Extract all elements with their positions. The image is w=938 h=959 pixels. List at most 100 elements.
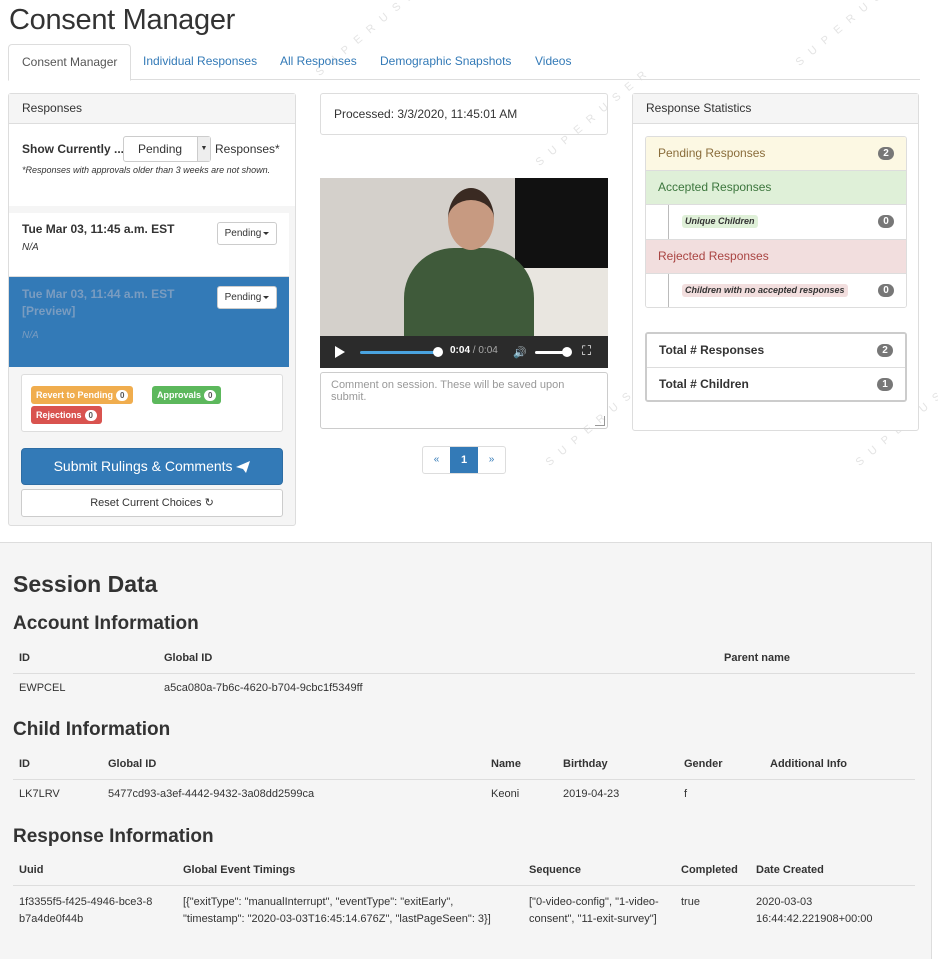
video-frame-person-head <box>448 188 494 250</box>
submit-label: Submit Rulings & Comments <box>53 458 233 474</box>
total-responses-label: Total # Responses <box>659 343 765 357</box>
table-cell: true <box>681 895 700 908</box>
unique-children-row: Unique Children 0 <box>646 205 906 240</box>
unique-children-badge: 0 <box>878 215 894 228</box>
column-header: Completed <box>675 856 750 886</box>
table-cell <box>718 673 915 703</box>
unique-children-label: Unique Children <box>682 215 758 229</box>
play-icon[interactable] <box>335 346 345 358</box>
video-total-time: / 0:04 <box>470 345 498 356</box>
page-next-button[interactable]: » <box>478 447 505 473</box>
column-header: Sequence <box>523 856 675 886</box>
rejected-responses-row: Rejected Responses <box>646 240 906 274</box>
tab-individual-responses[interactable]: Individual Responses <box>130 44 270 80</box>
account-table: ID Global ID Parent name EWPCEL a5ca080a… <box>13 644 915 703</box>
video-frame-person-body <box>404 248 534 348</box>
response-date: Tue Mar 03, 11:44 a.m. EST [Preview] <box>22 287 175 318</box>
tab-bar: Consent Manager Individual Responses All… <box>8 44 920 81</box>
video-progress-handle[interactable] <box>433 347 443 357</box>
filter-row: Show Currently ... Pending ▼ Responses* … <box>9 124 295 206</box>
table-row: 1f3355f5-f425-4946-bce3-8b7a4de0f44b [{"… <box>13 885 915 928</box>
column-header: Global ID <box>158 644 718 674</box>
session-data-title: Session Data <box>13 571 158 597</box>
table-cell: 2020-03-03 16:44:42.221908+00:00 <box>756 895 873 925</box>
caret-down-icon <box>263 231 270 235</box>
response-list-item[interactable]: Tue Mar 03, 11:45 a.m. EST N/A Pending <box>9 213 289 277</box>
response-list-item-selected[interactable]: Tue Mar 03, 11:44 a.m. EST [Preview] N/A… <box>9 277 289 367</box>
approvals-label-text: Approvals <box>157 390 202 400</box>
approvals-label: Approvals 0 <box>152 386 222 404</box>
tab-consent-manager[interactable]: Consent Manager <box>8 44 132 81</box>
pending-responses-row: Pending Responses 2 <box>646 137 906 171</box>
tab-videos[interactable]: Videos <box>522 44 584 80</box>
rejections-label: Rejections 0 <box>31 406 102 424</box>
page-prev-button[interactable]: « <box>423 447 450 473</box>
paper-plane-icon <box>236 458 251 474</box>
video-frame-dark-area <box>515 178 608 273</box>
page-title: Consent Manager <box>9 4 236 36</box>
revert-label-text: Revert to Pending <box>36 390 114 400</box>
revert-count: 0 <box>116 390 129 402</box>
column-header: Gender <box>678 750 764 780</box>
page-current-button[interactable]: 1 <box>450 447 478 473</box>
total-children-badge: 1 <box>877 378 893 391</box>
pending-count-badge: 2 <box>878 147 894 160</box>
table-cell: EWPCEL <box>19 682 66 695</box>
column-header: ID <box>13 750 102 780</box>
table-cell <box>764 779 915 809</box>
comment-placeholder: Comment on session. These will be saved … <box>331 379 565 403</box>
show-label: Show Currently ... <box>22 142 125 156</box>
volume-icon[interactable]: 🔊 <box>513 346 527 359</box>
tab-demographic-snapshots[interactable]: Demographic Snapshots <box>367 44 524 80</box>
pending-label: Pending Responses <box>658 146 766 160</box>
pagination: « 1 » <box>422 446 506 474</box>
rejections-label-text: Rejections <box>36 410 82 420</box>
approvals-count: 0 <box>204 390 217 402</box>
table-cell: ["0-video-config", "1-video-consent", "1… <box>529 895 659 925</box>
accepted-label: Accepted Responses <box>658 180 772 194</box>
refresh-icon: ↻ <box>204 497 214 509</box>
status-filter-value: Pending <box>138 142 183 156</box>
column-header: Birthday <box>557 750 678 780</box>
table-header-row: ID Global ID Parent name <box>13 644 915 674</box>
total-responses-badge: 2 <box>877 344 893 357</box>
processed-timestamp: Processed: 3/3/2020, 11:45:01 AM <box>320 93 608 135</box>
status-filter-select[interactable]: Pending ▼ <box>123 136 211 162</box>
column-header: Uuid <box>13 856 177 886</box>
submit-rulings-button[interactable]: Submit Rulings & Comments <box>21 448 283 485</box>
video-player[interactable]: 0:04 / 0:04 🔊 ⛶ <box>320 178 608 368</box>
tab-all-responses[interactable]: All Responses <box>267 44 370 80</box>
reset-choices-button[interactable]: Reset Current Choices ↻ <box>21 489 283 517</box>
session-comment-textarea[interactable]: Comment on session. These will be saved … <box>320 372 608 429</box>
response-statistics-panel: Response Statistics Pending Responses 2 … <box>632 93 919 431</box>
table-cell: LK7LRV <box>19 788 60 801</box>
volume-handle[interactable] <box>562 347 572 357</box>
no-accepted-row: Children with no accepted responses 0 <box>646 274 906 307</box>
resize-handle-icon[interactable] <box>595 416 605 426</box>
status-dropdown-button[interactable]: Pending <box>217 286 277 309</box>
column-header: Parent name <box>718 644 915 674</box>
total-children-label: Total # Children <box>659 377 749 391</box>
table-cell: 1f3355f5-f425-4946-bce3-8b7a4de0f44b <box>19 895 153 925</box>
response-table: Uuid Global Event Timings Sequence Compl… <box>13 856 915 928</box>
accepted-responses-row: Accepted Responses <box>646 171 906 205</box>
rejections-count: 0 <box>84 410 97 422</box>
status-dropdown-button[interactable]: Pending <box>217 222 277 245</box>
table-cell: a5ca080a-7b6c-4620-b704-9cbc1f5349ff <box>164 682 363 695</box>
table-cell: 2019-04-23 <box>563 788 620 801</box>
total-responses-row: Total # Responses 2 <box>647 334 905 368</box>
table-cell: 5477cd93-a3ef-4442-9432-3a08dd2599ca <box>108 788 315 801</box>
revert-to-pending-label: Revert to Pending 0 <box>31 386 134 404</box>
no-accepted-label: Children with no accepted responses <box>682 284 848 298</box>
statistics-heading: Response Statistics <box>633 94 918 124</box>
fullscreen-icon[interactable]: ⛶ <box>582 343 591 359</box>
table-cell: [{"exitType": "manualInterrupt", "eventT… <box>183 895 491 925</box>
video-progress-bar[interactable] <box>360 351 438 354</box>
column-header: Global ID <box>102 750 485 780</box>
column-header: Additional Info <box>764 750 915 780</box>
response-info-title: Response Information <box>13 826 214 847</box>
filter-note: *Responses with approvals older than 3 w… <box>22 165 271 175</box>
caret-down-icon <box>263 295 270 299</box>
table-header-row: ID Global ID Name Birthday Gender Additi… <box>13 750 915 780</box>
status-dropdown-label: Pending <box>224 228 262 239</box>
